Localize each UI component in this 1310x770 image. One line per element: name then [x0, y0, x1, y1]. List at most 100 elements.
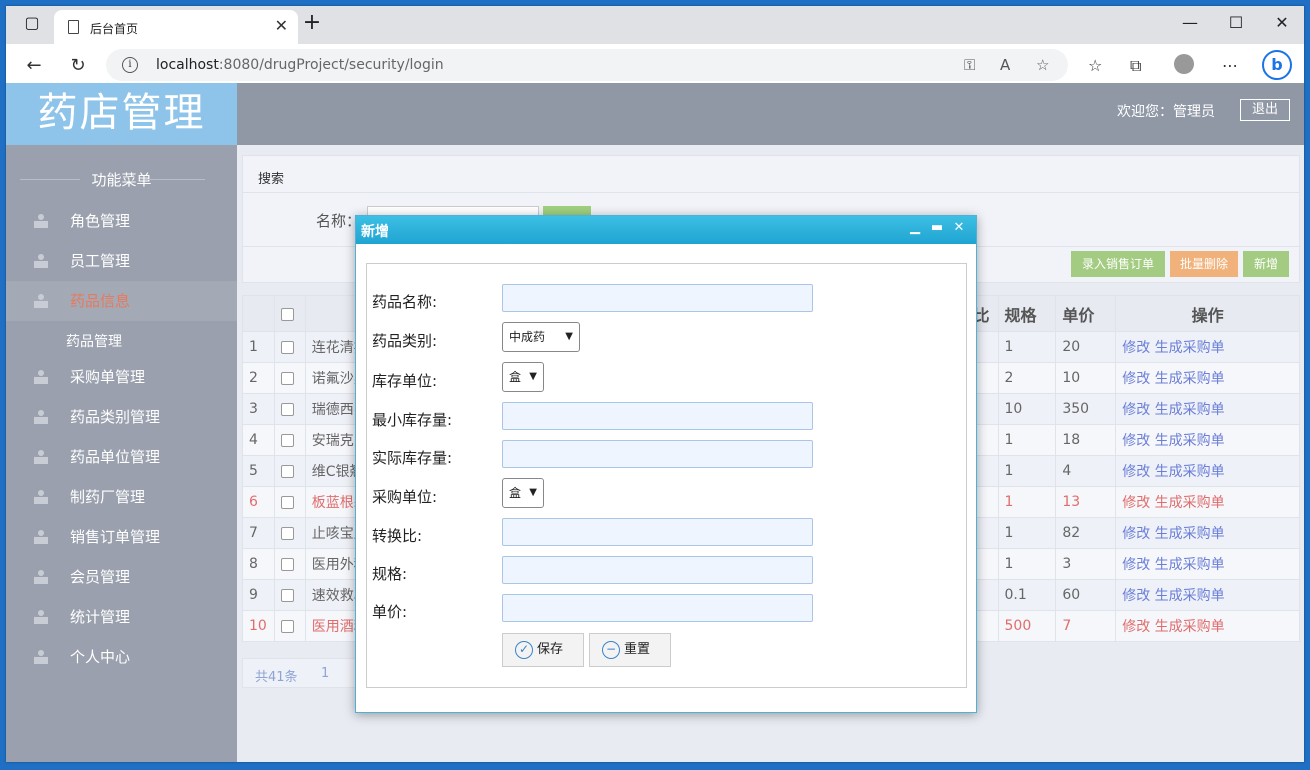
- reset-button[interactable]: − 重置: [589, 633, 671, 667]
- maximize-icon[interactable]: ▬: [930, 220, 944, 236]
- stock-unit-label: 库存单位:: [372, 372, 438, 390]
- sidebar: 功能菜单 角色管理 员工管理 药品信息 药品管理 采购单管理 药品类别管理 药品…: [6, 145, 237, 762]
- sidebar-item-role[interactable]: 角色管理: [6, 201, 237, 241]
- close-tab-icon[interactable]: ✕: [275, 16, 288, 35]
- purchase-link[interactable]: 生成采购单: [1155, 526, 1225, 542]
- row-checkbox[interactable]: [280, 464, 294, 478]
- price-input[interactable]: [502, 594, 813, 622]
- address-bar[interactable]: i localhost:8080/drugProject/security/lo…: [106, 49, 1068, 81]
- read-aloud-icon[interactable]: A: [1000, 56, 1010, 74]
- edit-link[interactable]: 修改: [1122, 433, 1150, 449]
- edit-link[interactable]: 修改: [1122, 557, 1150, 573]
- purchase-link[interactable]: 生成采购单: [1155, 371, 1225, 387]
- save-button[interactable]: ✓ 保存: [502, 633, 584, 667]
- purchase-link[interactable]: 生成采购单: [1155, 557, 1225, 573]
- category-select[interactable]: 中成药 ▼: [502, 322, 580, 352]
- edit-link[interactable]: 修改: [1122, 402, 1150, 418]
- row-select[interactable]: [273, 517, 306, 549]
- purchase-link[interactable]: 生成采购单: [1155, 464, 1225, 480]
- minimize-icon[interactable]: ▁: [908, 220, 922, 236]
- drug-name-input[interactable]: [502, 284, 813, 312]
- new-tab-button[interactable]: +: [292, 12, 332, 34]
- row-ops: 修改 生成采购单: [1115, 610, 1300, 642]
- header-select[interactable]: [273, 295, 306, 332]
- edit-link[interactable]: 修改: [1122, 526, 1150, 542]
- favorites-icon[interactable]: ☆: [1088, 56, 1102, 75]
- row-checkbox[interactable]: [280, 340, 294, 354]
- back-button[interactable]: ←: [20, 52, 48, 80]
- favorite-add-icon[interactable]: ☆: [1036, 56, 1049, 74]
- row-select[interactable]: [273, 579, 306, 611]
- row-checkbox[interactable]: [280, 526, 294, 540]
- row-select[interactable]: [273, 548, 306, 580]
- row-select[interactable]: [273, 393, 306, 425]
- row-index: 9: [242, 579, 275, 611]
- info-icon[interactable]: i: [122, 57, 138, 73]
- row-select[interactable]: [273, 331, 306, 363]
- row-price: 4: [1055, 455, 1117, 487]
- row-checkbox[interactable]: [280, 588, 294, 602]
- row-select[interactable]: [273, 362, 306, 394]
- pagination: 共41条 1: [242, 658, 362, 688]
- sidebar-item-category[interactable]: 药品类别管理: [6, 397, 237, 437]
- bing-icon[interactable]: b: [1262, 50, 1292, 80]
- sidebar-item-purchase[interactable]: 采购单管理: [6, 357, 237, 397]
- min-stock-input[interactable]: [502, 402, 813, 430]
- purchase-link[interactable]: 生成采购单: [1155, 340, 1225, 356]
- purchase-link[interactable]: 生成采购单: [1155, 619, 1225, 635]
- row-checkbox[interactable]: [280, 619, 294, 633]
- minimize-button[interactable]: —: [1170, 12, 1210, 34]
- edit-link[interactable]: 修改: [1122, 371, 1150, 387]
- more-icon[interactable]: ⋯: [1222, 56, 1238, 75]
- purchase-link[interactable]: 生成采购单: [1155, 402, 1225, 418]
- page-button[interactable]: 1: [321, 666, 329, 681]
- sidebar-item-manufacturer[interactable]: 制药厂管理: [6, 477, 237, 517]
- batch-delete-button[interactable]: 批量删除: [1170, 251, 1238, 277]
- sidebar-item-drug-info[interactable]: 药品信息: [6, 281, 237, 321]
- stock-unit-select[interactable]: 盒 ▼: [502, 362, 544, 392]
- row-checkbox[interactable]: [280, 402, 294, 416]
- edit-link[interactable]: 修改: [1122, 464, 1150, 480]
- row-index: 10: [242, 610, 275, 642]
- ratio-input[interactable]: [502, 518, 813, 546]
- purchase-link[interactable]: 生成采购单: [1155, 433, 1225, 449]
- group-icon: [34, 450, 48, 464]
- row-select[interactable]: [273, 486, 306, 518]
- sidebar-item-member[interactable]: 会员管理: [6, 557, 237, 597]
- row-checkbox[interactable]: [280, 495, 294, 509]
- row-checkbox[interactable]: [280, 371, 294, 385]
- add-sales-order-button[interactable]: 录入销售订单: [1071, 251, 1165, 277]
- close-window-button[interactable]: ✕: [1262, 12, 1302, 34]
- collections-icon[interactable]: ⧉: [1130, 56, 1141, 76]
- browser-tab[interactable]: 后台首页 ✕: [54, 10, 298, 44]
- tab-actions-icon[interactable]: ▢: [12, 12, 52, 34]
- row-checkbox[interactable]: [280, 557, 294, 571]
- sidebar-item-stats[interactable]: 统计管理: [6, 597, 237, 637]
- key-icon[interactable]: ⚿: [964, 56, 975, 74]
- add-button[interactable]: 新增: [1243, 251, 1289, 277]
- edit-link[interactable]: 修改: [1122, 495, 1150, 511]
- edit-link[interactable]: 修改: [1122, 588, 1150, 604]
- edit-link[interactable]: 修改: [1122, 340, 1150, 356]
- row-checkbox[interactable]: [280, 433, 294, 447]
- row-select[interactable]: [273, 424, 306, 456]
- row-select[interactable]: [273, 455, 306, 487]
- row-select[interactable]: [273, 610, 306, 642]
- maximize-button[interactable]: ☐: [1216, 12, 1256, 34]
- close-icon[interactable]: ✕: [952, 220, 966, 236]
- spec-input[interactable]: [502, 556, 813, 584]
- sidebar-item-profile[interactable]: 个人中心: [6, 637, 237, 677]
- actual-stock-input[interactable]: [502, 440, 813, 468]
- profile-avatar[interactable]: [1174, 54, 1194, 74]
- sidebar-item-unit[interactable]: 药品单位管理: [6, 437, 237, 477]
- purchase-unit-select[interactable]: 盒 ▼: [502, 478, 544, 508]
- sidebar-subitem-drug-manage[interactable]: 药品管理: [66, 331, 122, 351]
- refresh-button[interactable]: ↻: [64, 52, 92, 80]
- select-all-checkbox[interactable]: [280, 308, 294, 321]
- sidebar-item-sales[interactable]: 销售订单管理: [6, 517, 237, 557]
- purchase-link[interactable]: 生成采购单: [1155, 588, 1225, 604]
- logout-button[interactable]: 退出: [1240, 99, 1290, 121]
- sidebar-item-staff[interactable]: 员工管理: [6, 241, 237, 281]
- edit-link[interactable]: 修改: [1122, 619, 1150, 635]
- purchase-link[interactable]: 生成采购单: [1155, 495, 1225, 511]
